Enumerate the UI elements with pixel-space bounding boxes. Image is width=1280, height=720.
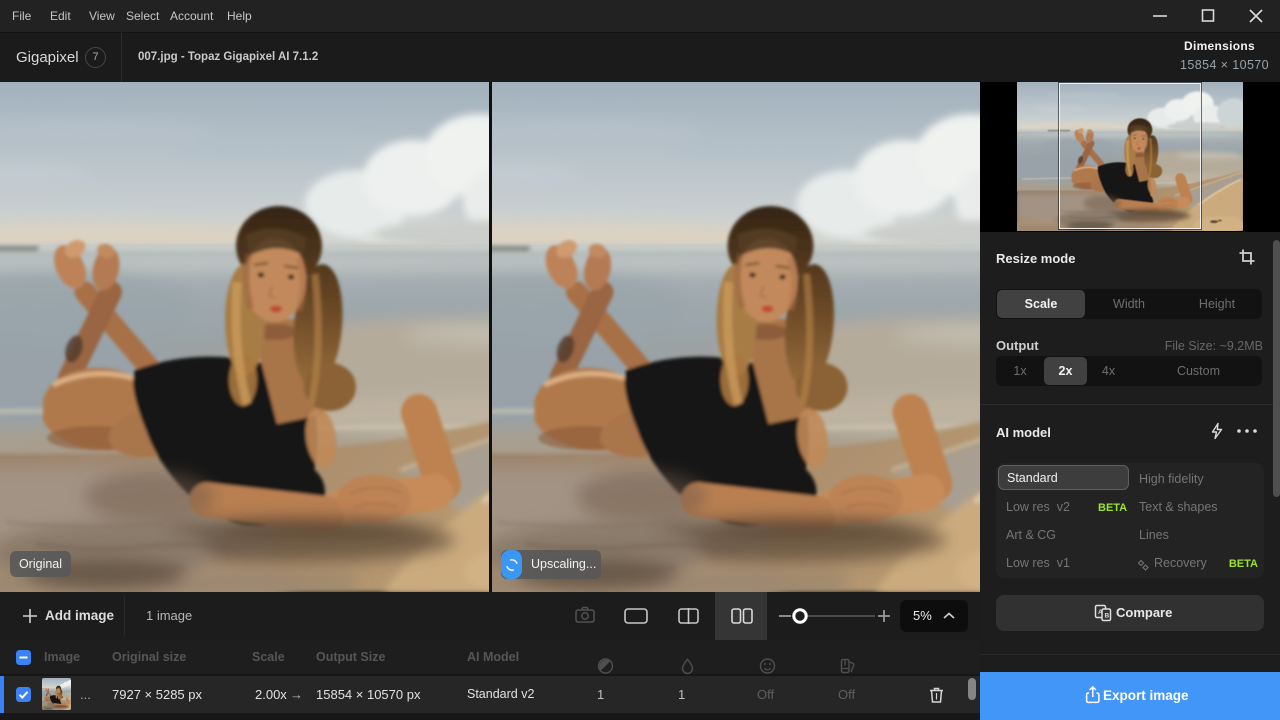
- svg-text:A: A: [1098, 609, 1103, 616]
- svg-text:B: B: [1105, 613, 1110, 620]
